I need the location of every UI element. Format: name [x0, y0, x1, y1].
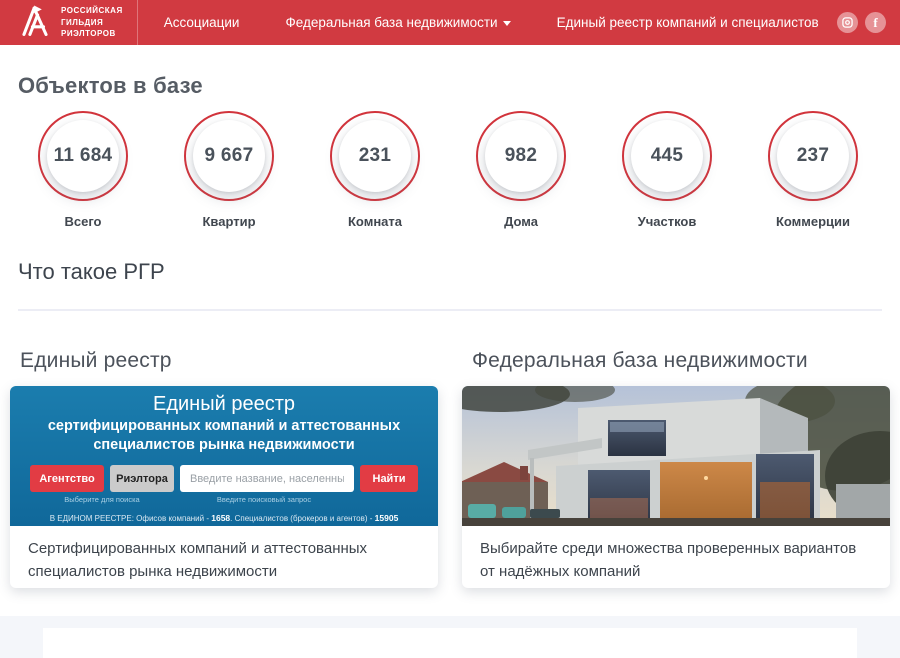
fedbase-column: Федеральная база недвижимости	[462, 349, 890, 588]
registry-search-form: Агентство Риэлтора Найти	[10, 465, 438, 492]
fedbase-card[interactable]: Выбирайте среди множества проверенных ва…	[462, 386, 890, 588]
instagram-icon[interactable]	[837, 12, 858, 33]
header-spacer	[819, 0, 837, 45]
logo[interactable]: РОССИЙСКАЯ ГИЛЬДИЯ РИЭЛТОРОВ	[0, 0, 138, 45]
stat-label: Коммерции	[776, 214, 850, 229]
registry-card[interactable]: Единый реестр сертифицированных компаний…	[10, 386, 438, 588]
registry-column: Единый реестр Единый реестр сертифициров…	[10, 349, 438, 588]
nav-item-registry[interactable]: Единый реестр компаний и специалистов	[557, 15, 819, 30]
stat-label: Участков	[638, 214, 697, 229]
stat-plots: 445 Участков	[594, 111, 740, 229]
facebook-icon[interactable]: f	[865, 12, 886, 33]
offices-count: 1658	[211, 513, 230, 523]
stat-ring: 445	[622, 111, 712, 201]
stat-label: Квартир	[202, 214, 255, 229]
stats-section: Объектов в базе 11 684 Всего 9 667 Кварт…	[0, 45, 900, 229]
stat-rooms: 231 Комната	[302, 111, 448, 229]
about-section: Что такое РГР	[0, 229, 900, 311]
stat-total: 11 684 Всего	[10, 111, 156, 229]
registry-search-input[interactable]	[180, 465, 354, 492]
specialists-count: 15905	[375, 513, 399, 523]
about-title: Что такое РГР	[18, 259, 882, 285]
stat-commercial: 237 Коммерции	[740, 111, 886, 229]
buttons-hint: Выберите для поиска	[30, 495, 174, 504]
realtor-toggle-button[interactable]: Риэлтора	[110, 465, 174, 492]
form-hints: Выберите для поиска Введите поисковый за…	[10, 495, 438, 504]
house-photo	[462, 386, 890, 526]
stat-ring: 9 667	[184, 111, 274, 201]
logo-text: РОССИЙСКАЯ ГИЛЬДИЯ РИЭЛТОРОВ	[61, 5, 123, 40]
promo-subtitle: сертифицированных компаний и аттестованн…	[10, 417, 438, 454]
stat-houses: 982 Дома	[448, 111, 594, 229]
rgr-emblem-icon	[18, 2, 52, 43]
promo-title: Единый реестр	[10, 393, 438, 416]
chevron-down-icon	[503, 21, 511, 26]
nav-item-associations[interactable]: Ассоциации	[164, 15, 240, 30]
russia-map-image	[43, 628, 857, 658]
fedbase-section-title: Федеральная база недвижимости	[472, 349, 890, 373]
registry-promo-panel: Единый реестр сертифицированных компаний…	[10, 386, 438, 526]
stat-ring: 231	[330, 111, 420, 201]
find-button[interactable]: Найти	[360, 465, 418, 492]
registry-counts: В ЕДИНОМ РЕЕСТРЕ: Офисов компаний - 1658…	[10, 513, 438, 523]
map-section	[0, 616, 900, 658]
stat-label: Дома	[504, 214, 538, 229]
stat-ring: 982	[476, 111, 566, 201]
social-links: f	[837, 0, 900, 45]
stat-apartments: 9 667 Квартир	[156, 111, 302, 229]
stat-ring: 237	[768, 111, 858, 201]
input-hint: Введите поисковый запрос	[174, 495, 354, 504]
main-nav: Ассоциации Федеральная база недвижимости…	[138, 0, 819, 45]
agency-toggle-button[interactable]: Агентство	[30, 465, 104, 492]
stat-ring: 11 684	[38, 111, 128, 201]
stats-row: 11 684 Всего 9 667 Квартир 231 Комната 9…	[10, 111, 900, 229]
stat-label: Комната	[348, 214, 402, 229]
nav-item-federal-base[interactable]: Федеральная база недвижимости	[285, 15, 510, 30]
registry-section-title: Единый реестр	[20, 349, 438, 373]
map-card	[43, 628, 857, 658]
stat-label: Всего	[64, 214, 101, 229]
stats-title: Объектов в базе	[18, 73, 900, 99]
main-header: РОССИЙСКАЯ ГИЛЬДИЯ РИЭЛТОРОВ Ассоциации …	[0, 0, 900, 45]
cards-section: Единый реестр Единый реестр сертифициров…	[0, 311, 900, 588]
fedbase-caption: Выбирайте среди множества проверенных ва…	[462, 526, 890, 588]
